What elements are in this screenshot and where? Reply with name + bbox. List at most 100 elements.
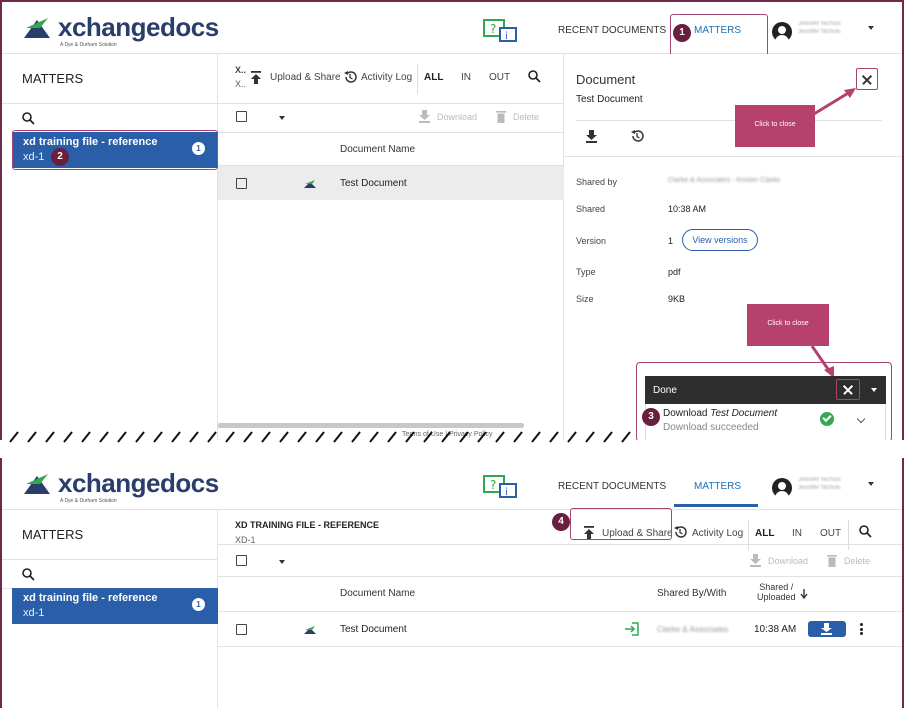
delete-button[interactable]: Delete bbox=[513, 112, 539, 122]
row-download-button[interactable] bbox=[808, 621, 846, 637]
download-icon bbox=[821, 623, 832, 635]
trash-icon bbox=[496, 111, 506, 123]
sent-document-icon bbox=[625, 622, 639, 636]
user-avatar-icon[interactable] bbox=[772, 478, 792, 498]
user-avatar-icon[interactable] bbox=[772, 22, 792, 42]
upload-share-button[interactable]: Upload & Share bbox=[270, 72, 341, 83]
horizontal-scrollbar[interactable] bbox=[218, 423, 524, 428]
divider bbox=[218, 646, 902, 647]
svg-text:?: ? bbox=[490, 478, 496, 492]
nav-recent-documents[interactable]: RECENT DOCUMENTS bbox=[558, 25, 666, 36]
version-value: 1 bbox=[668, 236, 674, 246]
help-chat-icon[interactable]: ? i bbox=[482, 474, 518, 500]
brand-name: xchangedocs bbox=[58, 468, 219, 498]
matter-count-badge: 1 bbox=[192, 598, 205, 611]
brand-tagline: A Dye & Durham Solution bbox=[60, 498, 117, 504]
upload-icon[interactable] bbox=[250, 71, 262, 84]
column-shared-by[interactable]: Shared By/With bbox=[657, 588, 726, 599]
row-checkbox[interactable] bbox=[236, 624, 247, 635]
table-row[interactable]: Test Document Clarke & Associates 10:38 … bbox=[218, 612, 902, 646]
toast-done-label: Done bbox=[653, 385, 677, 396]
search-icon[interactable] bbox=[22, 568, 35, 581]
download-button[interactable]: Download bbox=[437, 112, 477, 122]
column-document-name[interactable]: Document Name bbox=[340, 144, 415, 155]
tab-in[interactable]: IN bbox=[461, 72, 471, 83]
divider bbox=[748, 520, 749, 550]
highlight-matter-box bbox=[12, 130, 218, 170]
search-icon[interactable] bbox=[22, 112, 35, 125]
success-check-icon bbox=[820, 412, 834, 426]
screenshot-top: xchangedocs A Dye & Durham Solution ? i … bbox=[0, 0, 904, 440]
xchangedocs-doc-icon bbox=[304, 626, 316, 634]
history-icon[interactable] bbox=[673, 525, 687, 539]
shared-value: 10:38 AM bbox=[668, 204, 707, 214]
column-document-name[interactable]: Document Name bbox=[340, 588, 415, 599]
user-name: Jennifer Nichols Jennifer Nichols bbox=[798, 21, 841, 35]
search-icon[interactable] bbox=[859, 525, 872, 538]
search-icon[interactable] bbox=[528, 70, 541, 83]
download-icon[interactable] bbox=[586, 130, 597, 143]
matter-item-selected[interactable]: xd training file - reference xd-1 1 bbox=[12, 588, 218, 624]
row-more-options-icon[interactable] bbox=[860, 623, 863, 635]
tab-all[interactable]: ALL bbox=[424, 72, 443, 83]
toast-message: Download Test Document bbox=[663, 408, 778, 419]
select-all-checkbox[interactable] bbox=[236, 555, 247, 566]
divider bbox=[218, 544, 902, 545]
brand-tagline: A Dye & Durham Solution bbox=[60, 42, 117, 48]
tab-all[interactable]: ALL bbox=[755, 528, 774, 539]
toast-expand-caret-icon[interactable] bbox=[871, 388, 877, 392]
history-icon[interactable] bbox=[630, 129, 644, 143]
nav-recent-documents[interactable]: RECENT DOCUMENTS bbox=[558, 481, 666, 492]
torn-edge-divider bbox=[9, 431, 631, 443]
activity-log-button[interactable]: Activity Log bbox=[692, 528, 743, 539]
download-icon bbox=[750, 554, 761, 567]
sort-down-arrow-icon[interactable] bbox=[800, 589, 808, 599]
select-menu-caret-icon[interactable] bbox=[279, 560, 285, 564]
type-label: Type bbox=[576, 267, 596, 277]
tab-in[interactable]: IN bbox=[792, 528, 802, 539]
details-document-name: Test Document bbox=[576, 94, 643, 105]
divider bbox=[218, 576, 902, 577]
app-header: xchangedocs A Dye & Durham Solution ? i … bbox=[2, 2, 902, 58]
divider bbox=[417, 64, 418, 94]
select-menu-caret-icon[interactable] bbox=[279, 116, 285, 120]
history-icon[interactable] bbox=[343, 70, 357, 84]
document-name[interactable]: Test Document bbox=[340, 178, 407, 189]
user-menu-caret-icon[interactable] bbox=[868, 482, 874, 486]
svg-text:i: i bbox=[505, 31, 508, 42]
svg-text:?: ? bbox=[490, 22, 496, 36]
help-chat-icon[interactable]: ? i bbox=[482, 18, 518, 44]
xchangedocs-logo-icon bbox=[24, 18, 50, 38]
documents-pane: XD TRAINING FILE - REFERENCE XD-1 Upload… bbox=[218, 508, 902, 708]
row-checkbox[interactable] bbox=[236, 178, 247, 189]
view-versions-button[interactable]: View versions bbox=[682, 229, 758, 251]
activity-log-button[interactable]: Activity Log bbox=[361, 72, 412, 83]
chevron-down-icon[interactable] bbox=[856, 414, 866, 424]
column-shared-uploaded[interactable]: Shared / Uploaded bbox=[757, 582, 796, 602]
tab-out[interactable]: OUT bbox=[820, 528, 841, 539]
details-title: Document bbox=[576, 72, 636, 87]
select-all-checkbox[interactable] bbox=[236, 111, 247, 122]
documents-toolbar: X.. X.. Upload & Share Activity Log ALL … bbox=[218, 54, 564, 103]
close-toast-icon[interactable] bbox=[836, 379, 860, 400]
callout-close-toast: Click to close bbox=[747, 304, 829, 346]
highlight-upload-box bbox=[570, 508, 672, 540]
trash-icon bbox=[827, 555, 837, 567]
app-header: xchangedocs A Dye & Durham Solution ? i … bbox=[2, 458, 902, 510]
document-name[interactable]: Test Document bbox=[340, 624, 407, 635]
delete-button[interactable]: Delete bbox=[844, 556, 870, 566]
download-icon bbox=[419, 110, 430, 123]
matters-title: MATTERS bbox=[22, 527, 84, 542]
divider bbox=[218, 103, 564, 104]
user-menu-caret-icon[interactable] bbox=[868, 26, 874, 30]
matter-short-title: X.. bbox=[235, 65, 247, 75]
tab-out[interactable]: OUT bbox=[489, 72, 510, 83]
divider bbox=[848, 520, 849, 550]
matters-sidebar: MATTERS xd training file - reference xd-… bbox=[2, 54, 218, 440]
table-row[interactable]: Test Document bbox=[218, 166, 564, 200]
version-label: Version bbox=[576, 236, 607, 246]
nav-matters[interactable]: MATTERS bbox=[694, 481, 741, 492]
download-button[interactable]: Download bbox=[768, 556, 808, 566]
user-name: Jennifer Nichols Jennifer Nichols bbox=[798, 477, 841, 491]
matter-title: XD TRAINING FILE - REFERENCE bbox=[235, 520, 380, 530]
